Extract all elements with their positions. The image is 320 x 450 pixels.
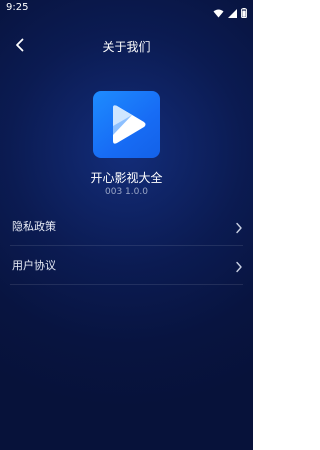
privacy-policy-label: 隐私政策 (12, 220, 56, 233)
status-icons (213, 3, 247, 22)
chevron-right-icon (235, 219, 243, 238)
privacy-policy-item[interactable]: 隐私政策 (0, 207, 253, 245)
menu-divider (10, 284, 243, 285)
top-bar: 关于我们 (0, 30, 253, 62)
user-agreement-item[interactable]: 用户协议 (0, 246, 253, 284)
user-agreement-label: 用户协议 (12, 259, 56, 272)
status-bar: 9:25 (0, 0, 253, 18)
chevron-right-icon (235, 258, 243, 277)
about-screen: 9:25 关于我们 开心影视大全 003 1.0.0 隐私政策 用户协议 (0, 0, 253, 450)
app-version: 003 1.0.0 (105, 187, 148, 197)
signal-icon (228, 3, 237, 22)
app-name: 开心影视大全 (90, 171, 163, 185)
page-title: 关于我们 (102, 40, 151, 54)
wifi-icon (213, 3, 224, 22)
status-time: 9:25 (6, 2, 29, 13)
app-logo (93, 91, 160, 158)
play-logo-icon (113, 105, 146, 144)
battery-icon (241, 3, 247, 22)
